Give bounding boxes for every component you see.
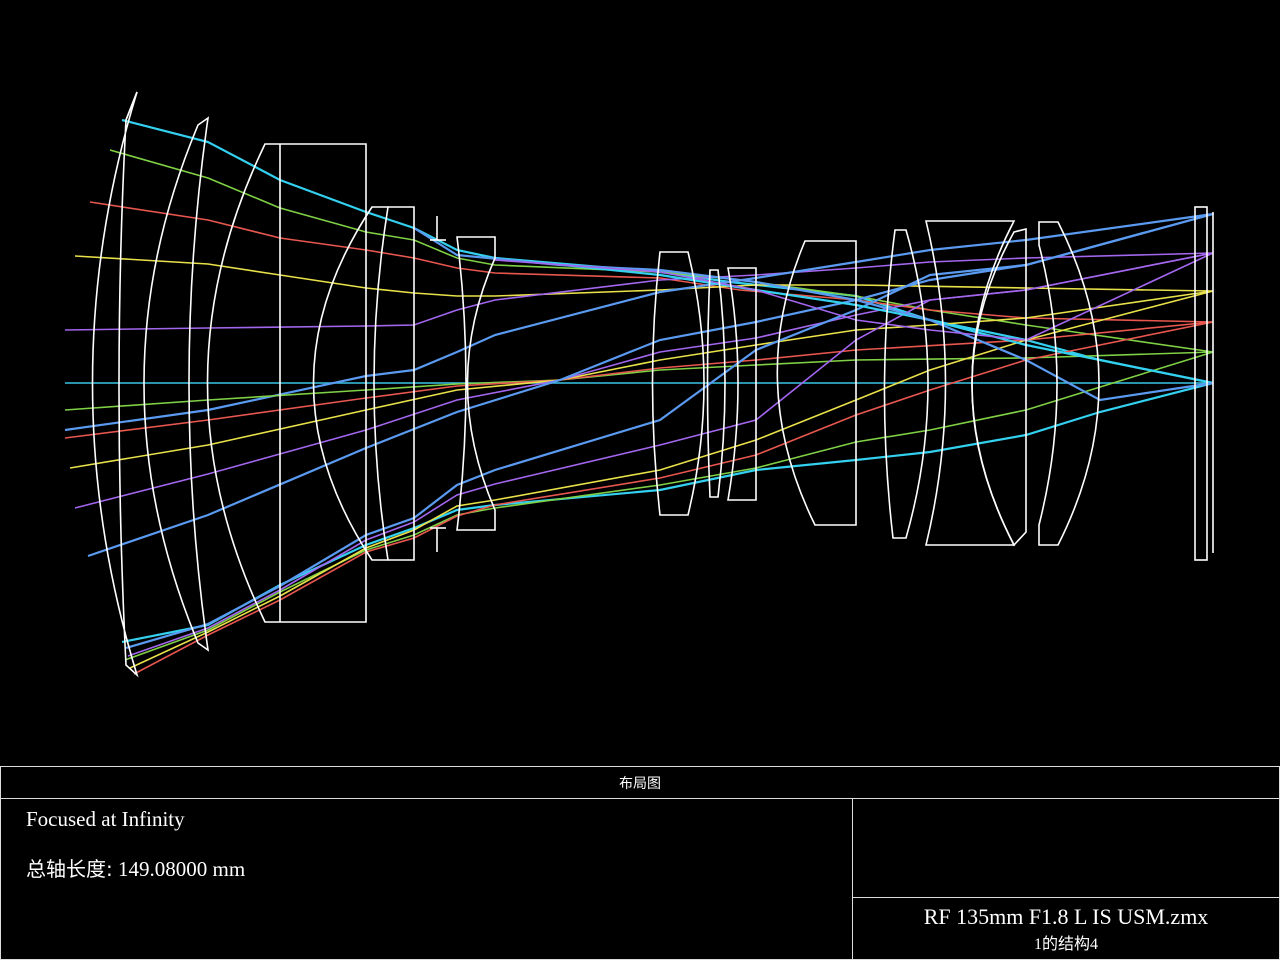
focus-text: Focused at Infinity xyxy=(26,807,185,831)
ray-bundle xyxy=(64,118,1214,675)
lens-element-2 xyxy=(143,116,210,652)
ray-green-13 xyxy=(124,351,1214,661)
total-length-value: 149.08000 mm xyxy=(118,857,246,881)
ray-green-2 xyxy=(109,149,1214,353)
info-box-top xyxy=(853,799,1279,898)
ray-red-8 xyxy=(64,321,1214,439)
info-footer: 布局图 Focused at Infinity 总轴长度: 149.08000 … xyxy=(0,766,1280,960)
lens-element-10 xyxy=(883,229,929,539)
ray-red-3 xyxy=(89,201,1214,323)
total-length-label: 总轴长度: xyxy=(26,857,113,881)
lens-layout-diagram xyxy=(64,91,1214,678)
info-box-bottom: RF 135mm F1.8 L IS USM.zmx 1的结构4 xyxy=(853,898,1279,959)
configuration-label: 1的结构4 xyxy=(1033,936,1098,953)
lens-element-8 xyxy=(727,267,757,501)
info-panel: Focused at Infinity 总轴长度: 149.08000 mm xyxy=(1,799,853,959)
lens-element-12 xyxy=(971,227,1027,547)
file-name: RF 135mm F1.8 L IS USM.zmx xyxy=(923,904,1209,929)
ray-purple-15 xyxy=(127,252,1214,657)
total-length: 总轴长度: 149.08000 mm xyxy=(26,853,245,882)
ray-cyan-12 xyxy=(121,381,1214,644)
ray-yellow-4 xyxy=(74,255,1214,297)
ray-green-7 xyxy=(64,351,1214,411)
lens-element-1-edge xyxy=(125,91,138,121)
footer-title: 布局图 xyxy=(1,767,1279,799)
